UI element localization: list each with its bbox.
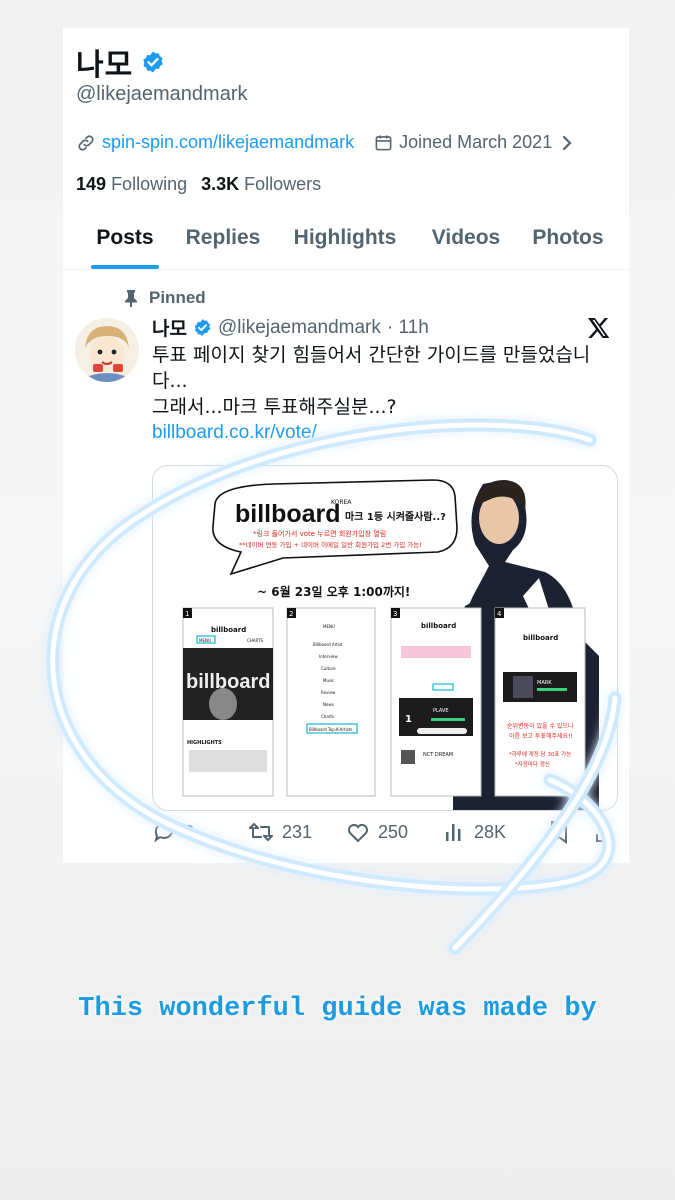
svg-text:Billboard Top-K-Artists: Billboard Top-K-Artists (309, 727, 352, 732)
tab-replies[interactable]: Replies (184, 214, 262, 269)
svg-text:PLAVE: PLAVE (433, 708, 449, 714)
profile-name-row: 나모 (76, 40, 165, 84)
guide-image: billboard KOREA 마크 1등 시켜줄사람..? *링크 들어가서 … (153, 466, 617, 810)
post-link[interactable]: billboard.co.kr/vote/ (152, 420, 617, 446)
guide-step-1: 1 billboard MENU CHARTS billboard HIGHLI… (182, 607, 274, 797)
following-stat[interactable]: 149 Following (76, 174, 187, 195)
post-author-handle[interactable]: @likejaemandmark (218, 317, 381, 339)
post-author-name[interactable]: 나모 (152, 314, 187, 341)
profile-joined-date: Joined March 2021 (399, 132, 553, 152)
reply-icon (154, 822, 173, 843)
reply-button[interactable]: 2 (152, 820, 248, 844)
svg-text:Interview: Interview (319, 654, 338, 659)
view-count: 28K (474, 821, 507, 842)
share-icon[interactable] (594, 820, 616, 844)
svg-text:billboard: billboard (211, 626, 246, 634)
billboard-logo-sub: KOREA (331, 499, 352, 506)
svg-text:NCT DREAM: NCT DREAM (423, 752, 453, 758)
svg-text:Music: Music (323, 678, 334, 683)
repost-icon (249, 823, 273, 841)
post-text-line: 다... (152, 370, 188, 392)
tab-photos[interactable]: Photos (530, 214, 606, 269)
post-actions: 2 231 250 28K (152, 820, 622, 844)
pinned-label: Pinned (149, 288, 206, 307)
svg-text:1: 1 (185, 610, 189, 618)
follow-stats: 149 Following 3.3K Followers (76, 174, 321, 195)
svg-text:News: News (323, 702, 334, 707)
like-count: 250 (378, 821, 409, 842)
story-caption: This wonderful guide was made by (78, 994, 597, 1024)
chevron-right-icon[interactable] (560, 134, 574, 152)
repost-button[interactable]: 231 (248, 820, 346, 844)
guide-step-3: 3 billboard 1 PLAVE NCT DREAM (390, 607, 482, 797)
profile-handle: @likejaemandmark (76, 83, 248, 105)
bookmark-icon[interactable] (548, 820, 570, 844)
pinned-indicator: Pinned (123, 288, 206, 308)
verified-badge-icon (143, 51, 163, 73)
repost-count: 231 (282, 821, 313, 842)
like-button[interactable]: 250 (346, 820, 444, 844)
svg-text:Culture: Culture (321, 666, 336, 671)
guide-deadline: ~ 6월 23일 오후 1:00까지! (257, 584, 410, 599)
svg-text:순위변동이 있을 수 있으니: 순위변동이 있을 수 있으니 (507, 722, 573, 730)
views-button[interactable]: 28K (444, 821, 540, 843)
post-text-line: 그래서...마크 투표해주실분...? (152, 396, 397, 418)
verified-badge-icon (194, 319, 211, 336)
svg-text:*자정마다 갱신: *자정마다 갱신 (515, 760, 550, 768)
link-icon (78, 134, 94, 151)
guide-step-2: 2 MENU Billboard Artist Interview Cultur… (286, 607, 376, 797)
calendar-icon (375, 135, 392, 151)
svg-text:3: 3 (393, 610, 397, 618)
post-text-line: 투표 페이지 찾기 힘들어서 간단한 가이드를 만들었습니 (152, 344, 591, 366)
guide-note1: *링크 들어가서 vote 누르면 회원가입창 열림 (253, 529, 386, 538)
following-label: Following (111, 174, 188, 194)
guide-step-4: 4 billboard MARK 순위변동이 있을 수 있으니 이름 보고 투표… (494, 607, 586, 797)
tab-highlights[interactable]: Highlights (290, 214, 400, 269)
svg-text:CHARTS: CHARTS (247, 638, 263, 643)
guide-note2: **네이버 연동 가입 + 네이버 이메일 일반 회원가입 2번 가입 가능! (239, 540, 422, 549)
profile-card: 나모 @likejaemandmark spin-spin.com/likeja… (63, 28, 629, 863)
x-logo-icon (588, 318, 610, 338)
svg-text:HIGHLIGHTS: HIGHLIGHTS (187, 740, 222, 746)
profile-tabs: Posts Replies Highlights Videos Photos (63, 214, 629, 270)
pin-icon (125, 290, 137, 307)
svg-text:이름 보고 투표해주세요!!: 이름 보고 투표해주세요!! (509, 732, 573, 740)
views-icon (446, 824, 461, 841)
svg-text:2: 2 (289, 610, 293, 618)
following-count: 149 (76, 174, 107, 194)
svg-text:1: 1 (405, 714, 412, 725)
svg-text:MENU: MENU (323, 624, 335, 629)
svg-text:Billboard Artist: Billboard Artist (313, 642, 343, 647)
post-media-image[interactable]: billboard KOREA 마크 1등 시켜줄사람..? *링크 들어가서 … (152, 465, 618, 811)
profile-website-link[interactable]: spin-spin.com/likejaemandmark (102, 132, 354, 153)
post-header: 나모 @likejaemandmark · 11h (152, 314, 429, 341)
tab-videos[interactable]: Videos (428, 214, 504, 269)
post-body: 투표 페이지 찾기 힘들어서 간단한 가이드를 만들었습니 다... 그래서..… (152, 342, 617, 446)
profile-joined: Joined March 2021 (374, 132, 552, 153)
svg-text:Charts: Charts (321, 714, 334, 719)
svg-text:billboard: billboard (421, 622, 456, 630)
tab-posts[interactable]: Posts (91, 214, 159, 269)
heart-icon (348, 824, 368, 843)
avatar-illustration (75, 318, 139, 382)
profile-display-name: 나모 (76, 48, 134, 83)
billboard-logo: billboard (235, 500, 341, 528)
svg-text:*하루에 계정 당 30표 가능: *하루에 계정 당 30표 가능 (509, 750, 571, 758)
svg-text:4: 4 (497, 610, 502, 618)
followers-count: 3.3K (201, 174, 240, 194)
followers-stat[interactable]: 3.3K Followers (201, 174, 321, 195)
svg-text:billboard: billboard (523, 634, 558, 642)
svg-text:MENU: MENU (199, 638, 211, 643)
reply-count: 2 (184, 821, 195, 842)
author-avatar[interactable] (75, 318, 139, 382)
post-time: · 11h (386, 316, 429, 338)
svg-text:MARK: MARK (537, 680, 552, 686)
followers-label: Followers (244, 174, 322, 194)
profile-meta-row: spin-spin.com/likejaemandmark Joined Mar… (76, 132, 616, 153)
guide-headline: 마크 1등 시켜줄사람..? (345, 510, 446, 523)
svg-text:Review: Review (321, 690, 336, 695)
